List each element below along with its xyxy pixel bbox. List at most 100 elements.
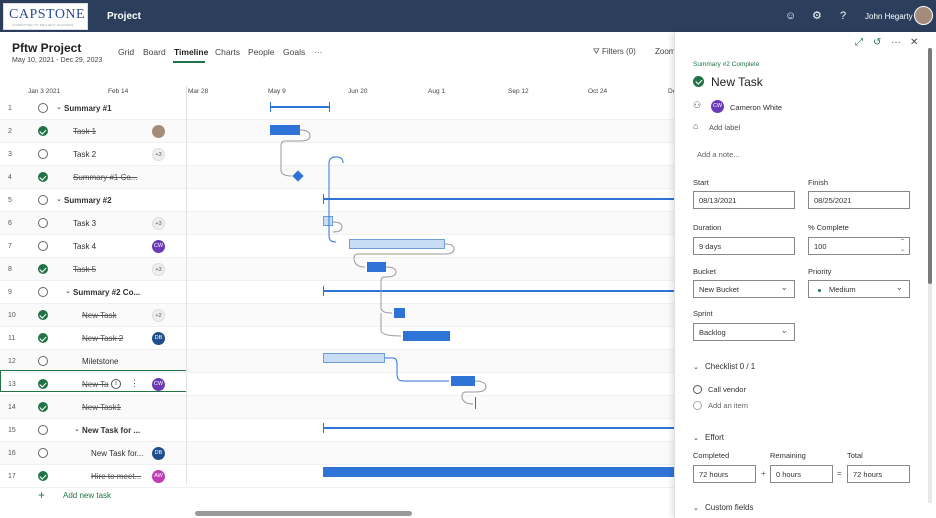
user-avatar[interactable]: [914, 6, 933, 25]
percent-complete-stepper[interactable]: 100 ⌃ ⌄: [808, 237, 910, 255]
table-row[interactable]: 3 Task 2 +3: [0, 143, 674, 166]
assignee-badge[interactable]: +2: [152, 309, 165, 322]
table-row[interactable]: 16 New Task for... DB: [0, 442, 674, 465]
task-name[interactable]: New Task for ...: [82, 426, 140, 435]
assignee-badge[interactable]: +3: [152, 263, 165, 276]
filters-button[interactable]: ⛛ Filters (0): [593, 47, 636, 57]
milestone-marker[interactable]: [475, 397, 476, 409]
expand-icon[interactable]: ⤢: [855, 38, 863, 48]
remaining-hours-field[interactable]: 0 hours: [770, 465, 833, 483]
task-checkbox[interactable]: [38, 195, 48, 205]
add-task-row[interactable]: + Add new task: [0, 484, 674, 506]
task-name[interactable]: Summary #1 Co...: [73, 173, 137, 182]
table-row[interactable]: 6 Task 3 +3: [0, 212, 674, 235]
task-checkbox[interactable]: [38, 149, 48, 159]
summary-bar[interactable]: [323, 290, 674, 292]
task-name[interactable]: New Task: [82, 311, 117, 320]
project-title[interactable]: Pftw Project: [12, 41, 81, 55]
task-checkbox[interactable]: [38, 172, 48, 182]
table-row[interactable]: 7 Task 4 CW: [0, 235, 674, 258]
checklist-item[interactable]: Call vendor: [708, 385, 746, 394]
notes-field[interactable]: Add a note...: [697, 150, 740, 159]
collapse-icon[interactable]: ⌄: [65, 287, 71, 295]
task-bar[interactable]: [349, 239, 445, 249]
effort-section[interactable]: ⌄ Effort: [693, 433, 724, 442]
history-icon[interactable]: ↺: [873, 38, 881, 48]
task-checkbox[interactable]: [38, 471, 48, 481]
tab-goals[interactable]: Goals: [283, 47, 305, 57]
table-row[interactable]: 1 ⌄ Summary #1: [0, 97, 674, 120]
task-bar[interactable]: [323, 467, 674, 477]
add-item-field[interactable]: Add an item: [708, 401, 748, 410]
task-name[interactable]: Task 2: [73, 150, 96, 159]
tab-grid[interactable]: Grid: [118, 47, 134, 57]
grid-divider[interactable]: [186, 86, 187, 484]
task-bar[interactable]: [270, 125, 300, 135]
task-name[interactable]: Task 5: [73, 265, 96, 274]
stepper-arrows-icon[interactable]: ⌃ ⌄: [900, 238, 905, 254]
summary-bar[interactable]: [323, 198, 674, 200]
assignee-badge[interactable]: +3: [152, 148, 165, 161]
task-title[interactable]: New Task: [711, 75, 763, 89]
task-bar[interactable]: [323, 353, 385, 363]
task-name[interactable]: Summary #2 Co...: [73, 288, 140, 297]
collapse-icon[interactable]: ⌄: [74, 425, 80, 433]
assignee-avatar[interactable]: CW: [152, 240, 165, 253]
panel-scrollbar-thumb[interactable]: [928, 48, 932, 284]
close-icon[interactable]: ✕: [910, 38, 918, 48]
task-bar[interactable]: [394, 308, 405, 318]
task-checkbox[interactable]: [38, 333, 48, 343]
assignee-avatar[interactable]: DB: [152, 447, 165, 460]
priority-select[interactable]: Medium: [808, 280, 910, 298]
zoom-button[interactable]: Zoom: [655, 47, 675, 56]
custom-fields-section[interactable]: ⌄ Custom fields: [693, 503, 753, 512]
task-name[interactable]: Task 3: [73, 219, 96, 228]
duration-field[interactable]: 9 days: [693, 237, 795, 255]
gear-icon[interactable]: ⚙: [812, 10, 822, 22]
tab-charts[interactable]: Charts: [215, 47, 240, 57]
assign-icon[interactable]: ⚇: [693, 100, 701, 111]
task-name[interactable]: New Task1: [82, 403, 121, 412]
task-checkbox[interactable]: [38, 126, 48, 136]
tab-timeline[interactable]: Timeline: [174, 47, 208, 57]
bucket-select[interactable]: New Bucket: [693, 280, 795, 298]
task-checkbox[interactable]: [38, 218, 48, 228]
table-row[interactable]: 11 New Task 2 DB: [0, 327, 674, 350]
help-icon[interactable]: ?: [840, 10, 846, 22]
sprint-select[interactable]: Backlog: [693, 323, 795, 341]
more-tabs-button[interactable]: ···: [314, 47, 323, 57]
task-bar[interactable]: [367, 262, 386, 272]
task-checkbox[interactable]: [38, 402, 48, 412]
checklist-section[interactable]: ⌄ Checklist 0 / 1: [693, 362, 755, 371]
table-row[interactable]: 15 ⌄ New Task for ...: [0, 419, 674, 442]
task-name[interactable]: Miletstone: [82, 357, 118, 366]
task-checkbox[interactable]: [38, 264, 48, 274]
parent-breadcrumb[interactable]: Summary #2 Complete: [693, 61, 759, 68]
task-checkbox[interactable]: [38, 310, 48, 320]
assignee-name[interactable]: Cameron White: [730, 103, 782, 112]
task-bar[interactable]: [451, 376, 475, 386]
task-bar[interactable]: [403, 331, 450, 341]
table-row[interactable]: 8 Task 5 +3: [0, 258, 674, 281]
table-row[interactable]: 5 ⌄ Summary #2: [0, 189, 674, 212]
complete-check-icon[interactable]: [693, 76, 704, 87]
tab-board[interactable]: Board: [143, 47, 166, 57]
completed-hours-field[interactable]: 72 hours: [693, 465, 756, 483]
assignee-avatar[interactable]: DB: [152, 332, 165, 345]
task-name[interactable]: Task 4: [73, 242, 96, 251]
task-name[interactable]: New Task 2: [82, 334, 123, 343]
assignee-avatar[interactable]: [152, 125, 165, 138]
task-checkbox[interactable]: [38, 356, 48, 366]
company-logo[interactable]: CAPSTONE COMMITTED TO PROJECT SUCCESS: [3, 3, 88, 30]
add-label-button[interactable]: Add label: [709, 123, 740, 132]
collapse-icon[interactable]: ⌄: [56, 103, 62, 111]
task-checkbox[interactable]: [38, 287, 48, 297]
task-name[interactable]: New Task for...: [91, 449, 143, 458]
task-checkbox[interactable]: [38, 425, 48, 435]
summary-bar[interactable]: [323, 427, 674, 429]
start-date-field[interactable]: 08/13/2021: [693, 191, 795, 209]
table-row[interactable]: 2 Task 1: [0, 120, 674, 143]
task-name[interactable]: Task 1: [73, 127, 96, 136]
task-checkbox[interactable]: [38, 448, 48, 458]
table-row[interactable]: 4 Summary #1 Co...: [0, 166, 674, 189]
